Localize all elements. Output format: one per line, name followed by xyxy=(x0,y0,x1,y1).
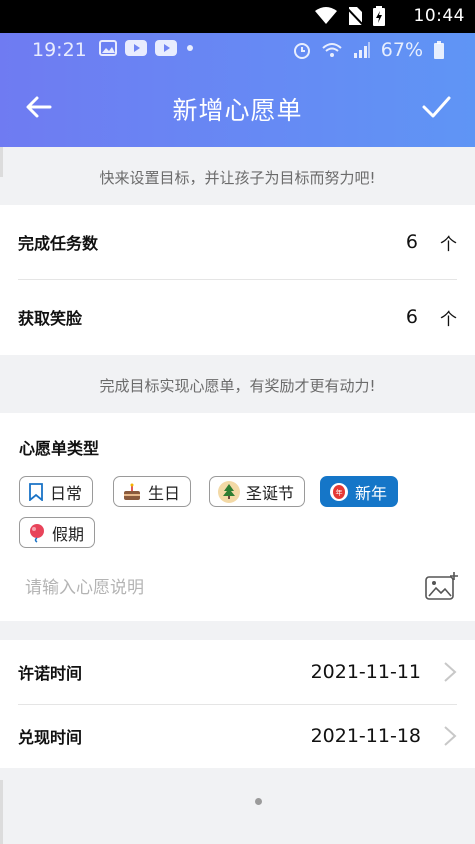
task-count-row[interactable]: 完成任务数 6 个 xyxy=(18,205,457,279)
chip-christmas-label: 圣诞节 xyxy=(246,483,295,503)
task-count-value-group: 6 个 xyxy=(406,230,457,255)
edge-marker xyxy=(0,780,3,844)
battery-charging-icon xyxy=(373,6,385,26)
smile-count-label: 获取笑脸 xyxy=(18,309,83,328)
dot-icon xyxy=(187,45,193,51)
os-clock: 10:44 xyxy=(413,6,465,26)
phone-status-bar: 19:21 67% xyxy=(0,33,475,67)
cell-signal-icon xyxy=(353,42,370,58)
cake-icon xyxy=(124,483,140,500)
promise-date-value: 2021-11-11 xyxy=(310,661,421,683)
smile-count-unit: 个 xyxy=(440,309,457,330)
page-title: 新增心愿单 xyxy=(172,96,303,125)
wifi-signal-icon xyxy=(322,43,342,57)
chip-birthday[interactable]: 生日 xyxy=(113,476,192,507)
image-notification-icon xyxy=(99,40,117,56)
smile-count-row[interactable]: 获取笑脸 6 个 xyxy=(18,280,457,354)
confirm-button[interactable] xyxy=(419,90,453,124)
smile-count-value[interactable]: 6 xyxy=(406,306,418,328)
wifi-icon xyxy=(315,7,337,24)
chip-birthday-label: 生日 xyxy=(148,483,181,503)
chip-holiday[interactable]: 假期 xyxy=(19,517,96,548)
chip-new-year[interactable]: 年 新年 xyxy=(320,476,399,507)
targets-card: 完成任务数 6 个 获取笑脸 6 个 xyxy=(0,205,475,355)
bookmark-icon xyxy=(29,482,43,501)
christmas-tree-icon xyxy=(218,480,240,503)
alarm-icon xyxy=(293,43,310,59)
task-count-unit: 个 xyxy=(440,234,457,255)
wish-type-card: 心愿单类型 日常 生日 圣诞节 年 新年 假期 请输入心愿说明 xyxy=(0,413,475,621)
battery-icon xyxy=(434,41,444,59)
svg-text:年: 年 xyxy=(336,488,343,497)
os-status-bar: 10:44 xyxy=(0,0,475,33)
youtube-icon xyxy=(125,40,147,56)
chip-daily-label: 日常 xyxy=(50,483,83,503)
redeem-date-value-group: 2021-11-18 xyxy=(311,725,457,747)
balloon-icon xyxy=(30,523,44,543)
wish-description-input[interactable]: 请输入心愿说明 xyxy=(25,573,144,598)
dates-card: 许诺时间 2021-11-11 兑现时间 2021-11-18 xyxy=(0,640,475,768)
phone-clock: 19:21 xyxy=(32,39,87,61)
battery-percent: 67% xyxy=(380,39,423,61)
os-status-icons xyxy=(315,6,385,26)
chip-new-year-label: 新年 xyxy=(355,483,388,503)
page-indicator-dot xyxy=(255,798,262,805)
youtube-icon-2 xyxy=(155,40,177,56)
chip-holiday-label: 假期 xyxy=(52,524,85,544)
goal-tip: 快来设置目标，并让孩子为目标而努力吧! xyxy=(99,169,376,187)
checkmark-icon xyxy=(422,96,451,118)
chevron-right-icon xyxy=(444,662,457,682)
task-count-value[interactable]: 6 xyxy=(406,231,418,253)
chevron-right-icon xyxy=(444,726,457,746)
promise-date-row[interactable]: 许诺时间 2021-11-11 xyxy=(18,640,457,704)
add-image-button[interactable] xyxy=(425,571,459,601)
reward-tip: 完成目标实现心愿单，有奖励才更有动力! xyxy=(99,377,376,395)
add-image-icon xyxy=(425,572,458,600)
chip-daily[interactable]: 日常 xyxy=(19,476,94,507)
promise-date-value-group: 2021-11-11 xyxy=(311,661,457,683)
notification-icons xyxy=(99,40,195,56)
smile-count-value-group: 6 个 xyxy=(406,305,457,330)
no-sim-icon xyxy=(347,7,363,26)
redeem-date-value: 2021-11-18 xyxy=(310,725,421,747)
redeem-date-row[interactable]: 兑现时间 2021-11-18 xyxy=(18,704,457,768)
lantern-icon: 年 xyxy=(330,482,348,501)
promise-date-label: 许诺时间 xyxy=(18,664,83,683)
redeem-date-label: 兑现时间 xyxy=(18,728,83,747)
wish-type-title: 心愿单类型 xyxy=(19,439,100,458)
app-header: 19:21 67% 新增心愿单 xyxy=(0,33,475,147)
chip-christmas[interactable]: 圣诞节 xyxy=(209,476,306,507)
phone-status-right: 67% xyxy=(293,39,445,61)
task-count-label: 完成任务数 xyxy=(18,234,99,253)
